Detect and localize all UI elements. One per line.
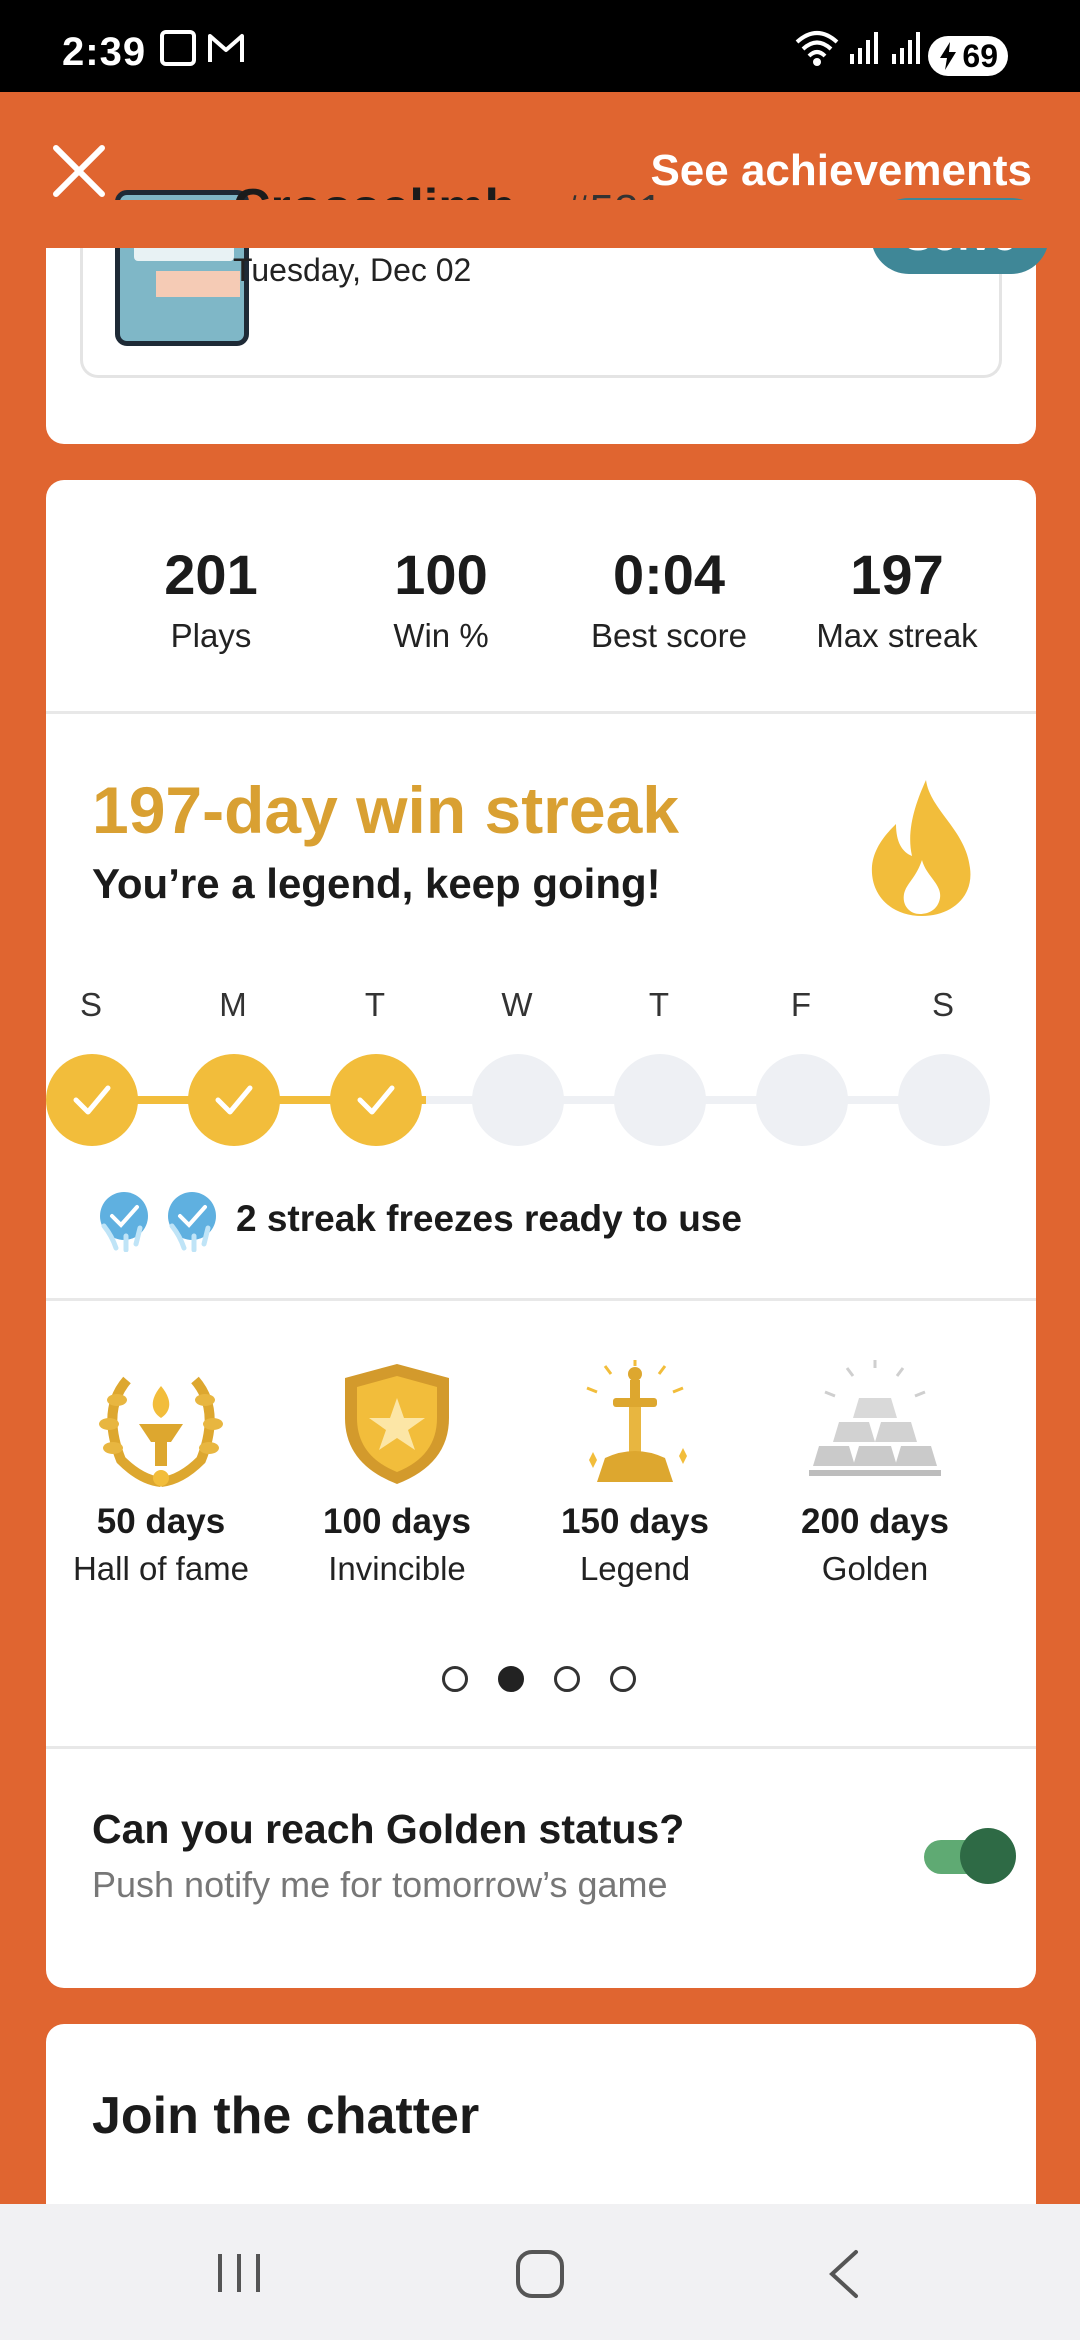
stat-value: 0:04 [612,543,726,606]
day-pending [898,1054,990,1146]
wifi-icon [795,31,839,66]
streak-title: 197-day win streak [92,773,679,847]
flame-icon [871,780,971,916]
day-label: S [79,986,102,1023]
battery-level: 69 [962,38,998,74]
day-label: S [931,986,954,1023]
stat-label: Plays [170,617,252,654]
status-bar: 2:39 69 [0,0,1080,92]
badge-days: 150 days [561,1502,709,1541]
badge-days: 200 days [801,1502,949,1541]
toggle-knob [960,1828,1016,1884]
status-time: 2:39 [62,30,147,74]
divider [46,1746,1036,1749]
badge-legend[interactable]: 150 days Legend [520,1360,750,1588]
screenshot-notification-icon [160,30,196,66]
day-pending [756,1054,848,1146]
stat-label: Best score [591,617,747,654]
check-icon [73,1085,111,1115]
notify-subtitle: Push notify me for tomorrow’s game [92,1864,668,1905]
badge-invincible[interactable]: 100 days Invincible [282,1360,512,1588]
stat-value: 197 [850,543,944,606]
day-label: W [501,986,533,1023]
battery-indicator: 69 [928,36,1008,76]
badge-days: 50 days [96,1502,226,1541]
stat-value: 201 [164,543,258,606]
stat-max-streak: 197 Max streak [782,542,1012,655]
day-label: T [648,986,670,1023]
day-pending [614,1054,706,1146]
check-icon [215,1085,253,1115]
badge-golden[interactable]: 200 days Golden [760,1360,990,1588]
stats-card: 201 Plays 100 Win % 0:04 Best score 197 … [46,480,1036,1988]
day-label: T [364,986,386,1023]
stats-row: 201 Plays 100 Win % 0:04 Best score 197 … [46,480,1036,714]
badge-hall-of-fame[interactable]: 50 days Hall of fame [46,1360,276,1588]
badge-name: Invincible [328,1550,466,1587]
header-overlap [0,200,1080,248]
pager-dot[interactable] [610,1666,636,1692]
day-complete [188,1054,280,1146]
pager-dot[interactable] [442,1666,468,1692]
day-label: M [219,986,247,1023]
gmail-icon [208,34,244,62]
stat-win-percent: 100 Win % [326,542,556,655]
signal-icon [892,32,920,64]
notify-toggle[interactable] [924,1828,1016,1884]
gold-bars-icon [809,1360,941,1476]
see-achievements-link[interactable]: See achievements [650,146,1032,196]
pager-dot[interactable] [554,1666,580,1692]
stat-label: Max streak [816,617,978,654]
close-icon[interactable] [50,142,108,200]
stat-plays: 201 Plays [96,542,326,655]
pager-dot-active[interactable] [498,1666,524,1692]
charging-bolt-icon [940,42,956,70]
day-complete [46,1054,138,1146]
badge-name: Legend [579,1550,691,1587]
check-icon [357,1085,395,1115]
sword-stone-icon [586,1360,687,1482]
home-icon[interactable] [514,2248,566,2300]
recent-apps-icon[interactable] [214,2248,264,2298]
badge-name: Golden [821,1550,929,1587]
day-complete [330,1054,422,1146]
streak-subtitle: You’re a legend, keep going! [92,860,661,907]
notify-question: Can you reach Golden status? [92,1806,685,1852]
signal-icon [850,32,878,64]
puzzle-date: Tuesday, Dec 02 [233,252,472,288]
day-label: F [790,986,812,1023]
badge-days: 100 days [323,1502,471,1541]
chatter-title: Join the chatter [92,2087,480,2145]
stat-best-score: 0:04 Best score [554,542,784,655]
streak-freeze-text: 2 streak freezes ready to use [236,1198,742,1239]
system-nav-bar [0,2204,1080,2340]
badge-name: Hall of fame [72,1550,250,1587]
stat-label: Win % [393,617,489,654]
back-icon[interactable] [824,2248,864,2300]
day-pending [472,1054,564,1146]
shield-star-icon [345,1364,449,1484]
divider [46,1298,1036,1301]
stat-value: 100 [394,543,488,606]
laurel-torch-icon [99,1376,223,1487]
